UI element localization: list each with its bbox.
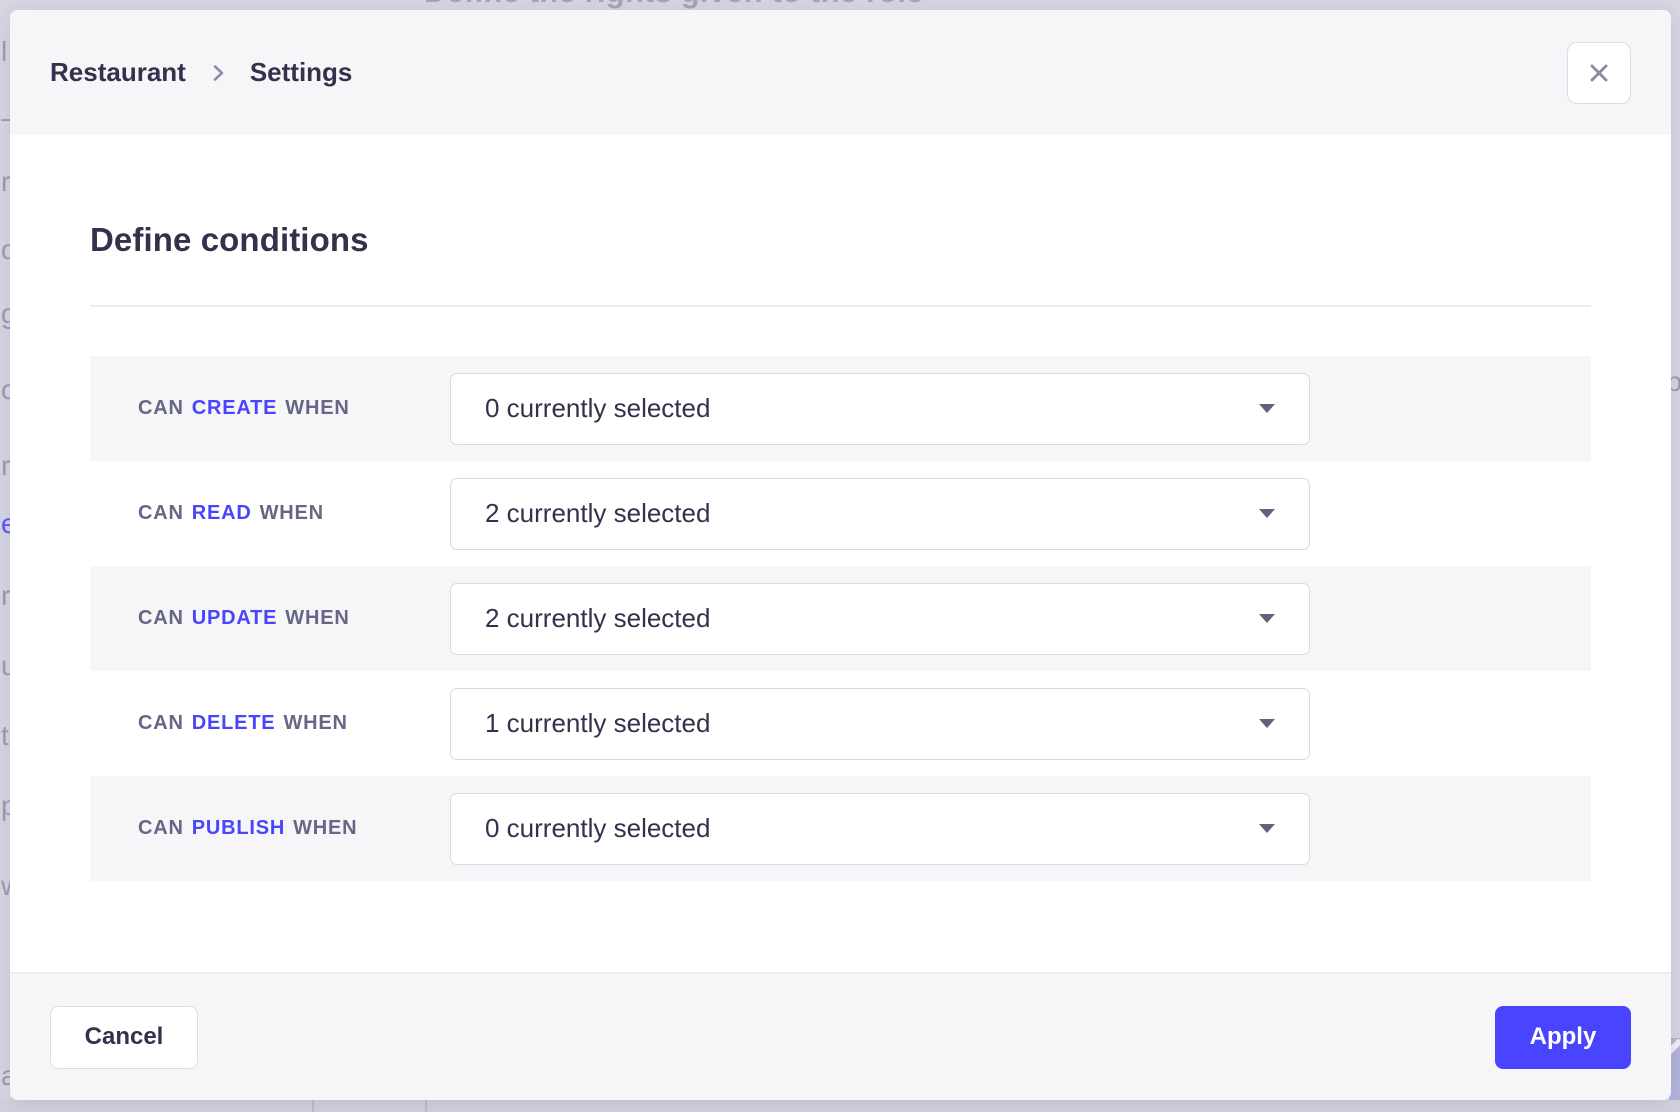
publish-conditions-select[interactable]: 0 currently selected [450, 793, 1310, 865]
label-can: CAN [138, 817, 184, 840]
modal-header: Restaurant Settings [10, 10, 1671, 135]
condition-label: CAN UPDATE WHEN [138, 607, 450, 630]
label-when: WHEN [293, 817, 357, 840]
label-can: CAN [138, 397, 184, 420]
breadcrumb-item-settings[interactable]: Settings [250, 57, 353, 88]
title-divider [90, 305, 1591, 307]
create-conditions-select[interactable]: 0 currently selected [450, 373, 1310, 445]
background-bottom-strip [0, 1100, 1680, 1112]
modal-title: Define conditions [90, 221, 1591, 259]
breadcrumb-item-restaurant[interactable]: Restaurant [50, 57, 186, 88]
label-can: CAN [138, 607, 184, 630]
condition-row-read: CAN READ WHEN 2 currently selected [90, 461, 1591, 566]
chevron-down-icon [1259, 824, 1275, 833]
background-text-fragment: r [1, 168, 10, 196]
close-button[interactable] [1567, 42, 1631, 104]
label-when: WHEN [285, 607, 349, 630]
select-value: 2 currently selected [485, 603, 710, 634]
select-value: 0 currently selected [485, 393, 710, 424]
select-value: 0 currently selected [485, 813, 710, 844]
modal-footer: Cancel Apply [10, 972, 1671, 1100]
update-conditions-select[interactable]: 2 currently selected [450, 583, 1310, 655]
chevron-down-icon [1259, 719, 1275, 728]
label-when: WHEN [283, 712, 347, 735]
select-value: 1 currently selected [485, 708, 710, 739]
define-conditions-modal: Restaurant Settings Define conditions CA… [10, 10, 1671, 1100]
modal-body: Define conditions CAN CREATE WHEN 0 curr… [10, 135, 1671, 972]
condition-row-update: CAN UPDATE WHEN 2 currently selected [90, 566, 1591, 671]
condition-label: CAN READ WHEN [138, 502, 450, 525]
label-action-read: READ [192, 502, 252, 525]
label-action-update: UPDATE [192, 607, 278, 630]
background-text-fragment: r [1, 452, 10, 480]
label-action-delete: DELETE [192, 712, 276, 735]
background-divider [312, 1100, 314, 1112]
condition-label: CAN DELETE WHEN [138, 712, 450, 735]
background-text-fragment: l [1, 38, 7, 66]
label-can: CAN [138, 712, 184, 735]
label-can: CAN [138, 502, 184, 525]
apply-button[interactable]: Apply [1495, 1006, 1631, 1069]
label-action-publish: PUBLISH [192, 817, 285, 840]
condition-row-publish: CAN PUBLISH WHEN 0 currently selected [90, 776, 1591, 881]
condition-rows: CAN CREATE WHEN 0 currently selected CAN… [90, 356, 1591, 881]
delete-conditions-select[interactable]: 1 currently selected [450, 688, 1310, 760]
close-icon [1585, 59, 1613, 87]
chevron-right-icon [206, 61, 230, 85]
breadcrumb: Restaurant Settings [50, 57, 352, 88]
chevron-down-icon [1259, 614, 1275, 623]
background-text-fragment: r [1, 582, 10, 610]
condition-row-create: CAN CREATE WHEN 0 currently selected [90, 356, 1591, 461]
read-conditions-select[interactable]: 2 currently selected [450, 478, 1310, 550]
condition-label: CAN PUBLISH WHEN [138, 817, 450, 840]
chevron-down-icon [1259, 404, 1275, 413]
select-value: 2 currently selected [485, 498, 710, 529]
cancel-button[interactable]: Cancel [50, 1006, 198, 1069]
condition-row-delete: CAN DELETE WHEN 1 currently selected [90, 671, 1591, 776]
condition-label: CAN CREATE WHEN [138, 397, 450, 420]
label-action-create: CREATE [192, 397, 278, 420]
background-page-subtitle: Define the rights given to the role [424, 0, 924, 10]
background-divider [425, 1100, 427, 1112]
chevron-down-icon [1259, 509, 1275, 518]
label-when: WHEN [260, 502, 324, 525]
label-when: WHEN [285, 397, 349, 420]
